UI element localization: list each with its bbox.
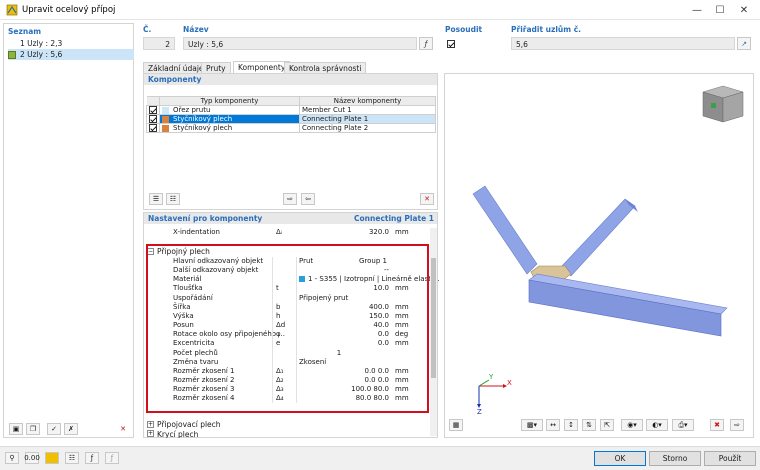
- tab-validity-check[interactable]: Kontrola správnosti: [284, 62, 367, 73]
- list-item[interactable]: 1 Uzly : 2,3: [8, 38, 134, 49]
- transparency-icon[interactable]: ◐▾: [646, 419, 668, 431]
- axes-icon: [477, 379, 507, 408]
- table-row[interactable]: Ořez prutu Member Cut 1: [146, 105, 436, 115]
- color-icon[interactable]: [45, 452, 59, 464]
- color-swatch-icon: [8, 39, 16, 48]
- ok-button[interactable]: OK: [594, 451, 646, 466]
- reset-view-icon[interactable]: ✖: [710, 419, 724, 431]
- expand-icon: +: [147, 421, 154, 428]
- export-view-icon[interactable]: ⇨: [730, 419, 744, 431]
- title-bar: Upravit ocelový přípoj — ☐ ✕: [0, 0, 760, 20]
- row-checkbox: [149, 106, 157, 114]
- axis-y-label: Y: [489, 373, 494, 381]
- pick-nodes-icon[interactable]: ↗: [737, 37, 751, 50]
- copy-item-icon[interactable]: ❐: [26, 423, 40, 435]
- render-mode-icon[interactable]: ◉▾: [621, 419, 643, 431]
- row-checkbox: [149, 124, 157, 132]
- add-component-icon[interactable]: ☰: [149, 193, 163, 205]
- cancel-button[interactable]: Storno: [649, 451, 701, 466]
- view-iso-icon[interactable]: ⇱: [600, 419, 614, 431]
- view-cube-icon: [702, 85, 744, 123]
- col-type-header: Typ komponenty: [159, 96, 300, 106]
- color-swatch-icon: [162, 124, 169, 132]
- new-item-icon[interactable]: ▣: [9, 423, 23, 435]
- highlight-frame: [146, 244, 429, 413]
- xindentation-row[interactable]: X-indentation Δᵢ 320.0 mm: [144, 228, 424, 237]
- view-mode-icon[interactable]: ▦: [449, 419, 463, 431]
- app-icon: [6, 4, 18, 16]
- tab-basic-data[interactable]: Základní údaje: [143, 62, 209, 73]
- uncheck-all-icon[interactable]: ✗: [64, 423, 78, 435]
- settings-header: Nastavení pro komponenty Connecting Plat…: [144, 213, 437, 224]
- apply-button[interactable]: Použít: [704, 451, 756, 466]
- collapsed-group-connecting-plate[interactable]: + Připojovací plech: [147, 420, 221, 429]
- search-icon[interactable]: ⚲: [5, 452, 19, 464]
- close-icon[interactable]: ✕: [737, 3, 751, 17]
- table-row[interactable]: Styčníkový plech Connecting Plate 2: [146, 123, 436, 133]
- scrollbar[interactable]: [430, 228, 437, 436]
- color-swatch-icon: [8, 50, 16, 59]
- table-row-selected[interactable]: Styčníkový plech Connecting Plate 1: [146, 114, 436, 124]
- view-z-icon[interactable]: ⇅: [582, 419, 596, 431]
- list-panel: Seznam 1 Uzly : 2,3 2 Uzly : 5,6 ▣ ❐ ✓ ✗…: [3, 23, 134, 438]
- bottom-bar: ⚲ 0.00 ☷ ƒ ƒ OK Storno Použít: [0, 446, 760, 470]
- viewport-3d[interactable]: X Y Z ▦ ▩▾ ↔ ↕ ⇅ ⇱ ◉▾ ◐▾ ⎙▾ ✖ ⇨: [444, 73, 754, 438]
- components-title: Komponenty: [144, 74, 437, 85]
- scrollbar-thumb[interactable]: [431, 258, 436, 378]
- color-swatch-icon: [162, 115, 169, 123]
- check-all-icon[interactable]: ✓: [47, 423, 61, 435]
- function-icon[interactable]: ƒ: [105, 452, 119, 464]
- view-y-icon[interactable]: ↕: [564, 419, 578, 431]
- delete-component-icon[interactable]: ✕: [420, 193, 434, 205]
- info-icon[interactable]: ƒ: [85, 452, 99, 464]
- components-table: Typ komponenty Název komponenty Ořez pru…: [146, 96, 436, 133]
- settings-component-name: Connecting Plate 1: [354, 214, 434, 223]
- assess-label: Posoudit: [445, 25, 483, 34]
- tab-members[interactable]: Pruty: [201, 62, 231, 73]
- list-item-selected[interactable]: 2 Uzly : 5,6: [8, 49, 134, 60]
- window-title: Upravit ocelový přípoj: [22, 5, 116, 15]
- list-title: Seznam: [8, 27, 42, 36]
- col-name-header: Název komponenty: [299, 96, 436, 106]
- display-options-icon[interactable]: ▩▾: [521, 419, 543, 431]
- component-library-icon[interactable]: ☷: [166, 193, 180, 205]
- assign-field[interactable]: 5,6: [511, 37, 735, 50]
- axis-x-label: X: [507, 379, 512, 387]
- model-view: [472, 85, 744, 408]
- axis-z-label: Z: [477, 408, 482, 416]
- units-icon[interactable]: 0.00: [24, 452, 40, 464]
- components-panel: Komponenty Typ komponenty Název komponen…: [143, 73, 438, 210]
- tab-components[interactable]: Komponenty: [233, 61, 291, 73]
- export-component-icon[interactable]: ⇦: [301, 193, 315, 205]
- number-label: Č.: [143, 25, 152, 34]
- name-field[interactable]: Uzly : 5,6: [183, 37, 417, 50]
- collapsed-group-cover-plate[interactable]: + Krycí plech: [147, 430, 198, 438]
- name-label: Název: [183, 25, 209, 34]
- view-x-icon[interactable]: ↔: [546, 419, 560, 431]
- print-icon[interactable]: ⎙▾: [672, 419, 694, 431]
- minimize-icon[interactable]: —: [690, 3, 704, 17]
- edit-name-icon[interactable]: ƒ: [419, 37, 433, 50]
- settings-title: Nastavení pro komponenty: [148, 214, 263, 223]
- import-component-icon[interactable]: ⇨: [283, 193, 297, 205]
- row-checkbox: [149, 115, 157, 123]
- delete-icon[interactable]: ✕: [116, 423, 130, 435]
- color-swatch-icon: [162, 106, 169, 114]
- expand-icon: +: [147, 430, 154, 437]
- table-icon[interactable]: ☷: [65, 452, 79, 464]
- assess-checkbox[interactable]: [447, 39, 455, 48]
- number-field[interactable]: 2: [143, 37, 175, 50]
- assign-label: Přiřadit uzlům č.: [511, 25, 581, 34]
- maximize-icon[interactable]: ☐: [713, 3, 727, 17]
